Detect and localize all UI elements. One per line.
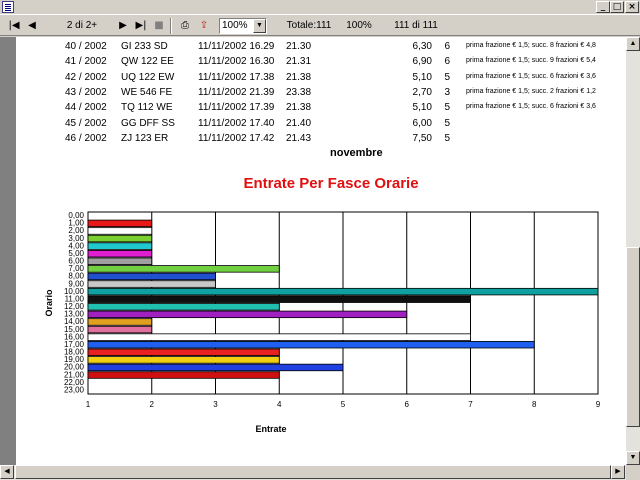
vertical-scrollbar[interactable]: ▲ ▼ — [626, 37, 640, 465]
bar — [87, 272, 216, 281]
minimize-button[interactable]: _ — [596, 1, 610, 13]
bar — [87, 280, 216, 288]
report-page: 40 / 2002 GI 233 SD 11/11/2002 16.29 21.30 6… — [16, 37, 626, 465]
bar — [87, 234, 153, 243]
page-indicator: 2 di 2+ — [66, 20, 98, 31]
stop-icon[interactable]: ■ — [151, 18, 167, 34]
total-label: Totale:111 — [286, 20, 332, 31]
chevron-down-icon[interactable]: ▼ — [253, 19, 266, 33]
scroll-corner — [626, 465, 640, 480]
bar-chart: 0,001,002,003,004,005,006,007,008,009,00… — [44, 211, 601, 434]
export-icon[interactable]: ⇪ — [196, 18, 212, 34]
bar — [87, 242, 153, 250]
last-page-icon[interactable]: ▶| — [133, 18, 149, 34]
bar — [87, 356, 280, 364]
bar — [87, 219, 153, 228]
report-toolbar: |◀ ◀ 2 di 2+ ▶ ▶| ■ ⎙ ⇪ 100% ▼ Totale:11… — [0, 14, 640, 36]
bar — [87, 333, 471, 341]
bar — [87, 325, 153, 334]
close-button[interactable]: × — [625, 1, 639, 13]
x-tick-label: 2 — [150, 400, 155, 409]
bar — [87, 250, 153, 258]
scroll-left-icon[interactable]: ◀ — [0, 465, 14, 479]
bar — [87, 348, 280, 356]
y-axis-label: Orario — [44, 289, 54, 317]
vertical-scroll-thumb[interactable] — [626, 247, 640, 427]
toolbar-separator — [170, 18, 172, 34]
x-tick-label: 4 — [277, 400, 282, 409]
bar — [87, 371, 280, 379]
scroll-up-icon[interactable]: ▲ — [626, 37, 640, 51]
maximize-button[interactable]: □ — [610, 1, 624, 13]
x-tick-label: 1 — [86, 400, 91, 409]
bar — [87, 257, 153, 265]
bar — [87, 295, 471, 303]
x-tick-label: 9 — [596, 400, 601, 409]
first-page-icon[interactable]: |◀ — [6, 18, 22, 34]
bar — [87, 310, 408, 319]
x-tick-label: 3 — [213, 400, 218, 409]
bar — [87, 318, 153, 326]
zoom-value: 100% — [222, 20, 248, 31]
x-tick-label: 8 — [532, 400, 537, 409]
percent-label: 100% — [346, 20, 372, 31]
scroll-right-icon[interactable]: ▶ — [611, 465, 625, 479]
next-page-icon[interactable]: ▶ — [115, 18, 131, 34]
scroll-down-icon[interactable]: ▼ — [626, 451, 640, 465]
horizontal-scrollbar[interactable]: ◀ ▶ — [0, 465, 626, 480]
bar — [87, 265, 280, 273]
records-label: 111 di 111 — [394, 20, 438, 31]
x-tick-label: 7 — [468, 400, 473, 409]
x-tick-label: 6 — [405, 400, 410, 409]
bar — [87, 341, 535, 349]
horizontal-scroll-thumb[interactable] — [15, 465, 611, 479]
print-icon[interactable]: ⎙ — [177, 18, 193, 34]
bar — [87, 287, 599, 296]
bar — [87, 227, 153, 235]
y-tick-label: 23,00 — [64, 385, 85, 394]
app-icon[interactable] — [2, 1, 14, 13]
x-axis-label: Entrate — [255, 424, 286, 434]
prev-page-icon[interactable]: ◀ — [24, 18, 40, 34]
title-bar: _ □ × — [0, 0, 640, 14]
zoom-select[interactable]: 100% ▼ — [219, 18, 267, 34]
bar — [87, 303, 280, 311]
bar — [87, 363, 344, 372]
x-tick-label: 5 — [341, 400, 346, 409]
report-viewport[interactable]: 40 / 2002 GI 233 SD 11/11/2002 16.29 21.30 6… — [0, 37, 626, 465]
